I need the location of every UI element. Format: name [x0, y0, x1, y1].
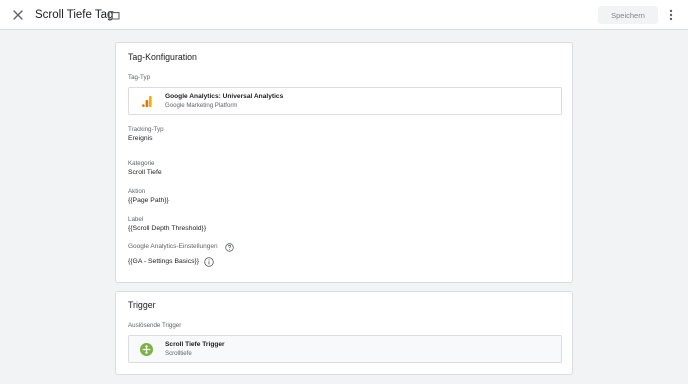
tag-type-box[interactable]: Google Analytics: Universal Analytics Go… [128, 87, 562, 115]
trigger-item[interactable]: Scroll Tiefe Trigger Scrolltiefe [128, 335, 562, 363]
trigger-name: Scroll Tiefe Trigger [165, 341, 225, 348]
top-bar: Scroll Tiefe Tag Speichern [0, 0, 688, 30]
tracking-type-value: Ereignis [128, 135, 153, 142]
category-label: Kategorie [128, 160, 155, 167]
ga-settings-value: {{GA - Settings Basics}} [128, 258, 200, 265]
ga-settings-label: Google Analytics-Einstellungen [128, 243, 218, 250]
folder-icon [108, 10, 120, 20]
tracking-type-label: Tracking-Typ [128, 126, 164, 133]
action-label: Aktion [128, 188, 146, 195]
save-button[interactable]: Speichern [598, 6, 658, 24]
folder-button[interactable] [108, 8, 120, 20]
trigger-title: Trigger [128, 300, 156, 310]
close-icon [13, 10, 23, 20]
action-value: {{Page Path}} [128, 197, 169, 204]
tag-name-title[interactable]: Scroll Tiefe Tag [35, 7, 113, 23]
scroll-trigger-icon [140, 343, 153, 356]
firing-triggers-label: Auslösende Trigger [128, 322, 182, 329]
info-icon[interactable] [204, 257, 214, 267]
label-label: Label [128, 216, 144, 223]
google-analytics-icon [142, 96, 152, 107]
trigger-type: Scrolltiefe [165, 350, 192, 357]
tag-configuration-card[interactable]: Tag-Konfiguration Tag-Typ Google Analyti… [115, 42, 573, 283]
category-value: Scroll Tiefe [128, 169, 162, 176]
tag-type-name: Google Analytics: Universal Analytics [165, 93, 284, 100]
more-options-button[interactable] [664, 7, 678, 23]
close-button[interactable] [10, 7, 26, 23]
help-icon[interactable] [225, 243, 234, 252]
more-vert-icon [669, 9, 673, 21]
trigger-card[interactable]: Trigger Auslösende Trigger Scroll Tiefe … [115, 291, 573, 375]
tag-type-label: Tag-Typ [128, 74, 151, 81]
label-value: {{Scroll Depth Threshold}} [128, 225, 207, 232]
tag-type-vendor: Google Marketing Platform [165, 102, 238, 109]
tag-configuration-title: Tag-Konfiguration [128, 52, 197, 62]
